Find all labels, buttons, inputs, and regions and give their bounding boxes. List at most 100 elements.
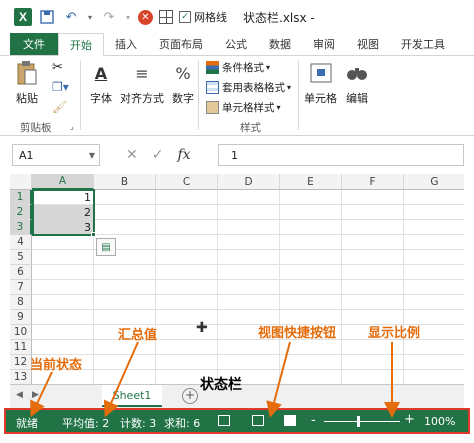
tab-review[interactable]: 审阅 <box>302 33 346 55</box>
stop-icon[interactable]: ✕ <box>138 9 153 25</box>
column-header-g[interactable]: G <box>404 174 464 190</box>
conditional-format-button[interactable]: 条件格式 ▾ <box>206 60 270 75</box>
borders-icon[interactable] <box>159 10 173 24</box>
status-mode: 就绪 <box>16 417 38 430</box>
font-icon: A <box>94 63 108 83</box>
align-icon: ≡ <box>135 63 149 83</box>
fill-handle[interactable] <box>91 232 96 237</box>
dialog-launcher-icon[interactable]: ⌟ <box>70 122 74 131</box>
binoculars-icon <box>344 60 370 86</box>
font-label: 字体 <box>90 92 112 105</box>
sheet-nav-prev-icon[interactable]: ◀ <box>16 390 23 400</box>
copy-icon: ❐▾ <box>52 80 69 94</box>
gridlines-label: 网格线 <box>194 11 227 24</box>
checkbox-icon[interactable]: ✓ <box>179 11 191 23</box>
quick-analysis-icon[interactable]: ▤ <box>96 238 116 256</box>
table-format-label: 套用表格格式 <box>222 82 285 94</box>
gridline-horizontal <box>32 354 464 355</box>
insert-function-icon[interactable]: fx <box>177 147 190 163</box>
select-all-corner[interactable] <box>10 174 32 190</box>
chevron-down-icon[interactable]: ▼ <box>89 151 95 160</box>
excel-logo-icon: X <box>14 8 32 26</box>
confirm-icon[interactable]: ✓ <box>152 147 164 163</box>
row-header-4[interactable]: 4 <box>10 235 32 250</box>
column-header-f[interactable]: F <box>342 174 404 190</box>
add-sheet-icon[interactable]: + <box>182 388 198 404</box>
cell-style-button[interactable]: 单元格样式 ▾ <box>206 100 281 115</box>
paste-button[interactable]: 粘贴 <box>14 60 40 106</box>
tab-insert[interactable]: 插入 <box>104 33 148 55</box>
number-button[interactable]: % 数字 <box>170 60 196 106</box>
row-header-9[interactable]: 9 <box>10 310 32 325</box>
sheet-tab-sheet1[interactable]: Sheet1 <box>102 385 162 407</box>
normal-view-icon[interactable] <box>218 415 230 426</box>
sheet-nav-next-icon[interactable]: ▶ <box>32 390 39 400</box>
undo-icon[interactable]: ↶ <box>62 8 80 26</box>
worksheet-grid[interactable]: ABCDEFG 1 2 3 4 5 6 7 8 9 10 11 12 13 1 2 3 ▤ ✚ <box>10 174 464 384</box>
tab-file[interactable]: 文件 <box>10 33 58 55</box>
cancel-icon[interactable]: ✕ <box>126 147 138 163</box>
tab-developer[interactable]: 开发工具 <box>390 33 456 55</box>
column-header-b[interactable]: B <box>94 174 156 190</box>
column-header-a[interactable]: A <box>32 174 94 190</box>
zoom-slider-thumb[interactable] <box>357 416 360 427</box>
editing-label: 编辑 <box>346 92 368 105</box>
title-bar: X ↶ ▾ ↷ ▾ ✕ ✓ 网格线 状态栏.xlsx - <box>0 0 474 34</box>
row-header-1[interactable]: 1 <box>10 190 32 205</box>
cells-button[interactable]: 单元格 <box>304 60 337 106</box>
font-button[interactable]: A 字体 <box>88 60 114 106</box>
undo-dropdown-icon[interactable]: ▾ <box>86 8 94 26</box>
redo-icon[interactable]: ↷ <box>100 8 118 26</box>
tab-home[interactable]: 开始 <box>58 33 104 56</box>
format-painter-button[interactable]: 🖌 <box>52 100 67 114</box>
annotation-zoom-ratio: 显示比例 <box>368 326 421 341</box>
cells-label: 单元格 <box>304 92 337 105</box>
cells-icon <box>308 60 334 86</box>
table-format-button[interactable]: 套用表格格式 ▾ <box>206 80 291 95</box>
tab-data[interactable]: 数据 <box>258 33 302 55</box>
row-header-6[interactable]: 6 <box>10 265 32 280</box>
column-header-d[interactable]: D <box>218 174 280 190</box>
row-header-7[interactable]: 7 <box>10 280 32 295</box>
row-header-2[interactable]: 2 <box>10 205 32 220</box>
row-header-3[interactable]: 3 <box>10 220 32 235</box>
status-average: 平均值: 2 <box>62 417 110 430</box>
redo-dropdown-icon[interactable]: ▾ <box>124 8 132 26</box>
gridline-horizontal <box>32 279 464 280</box>
copy-button[interactable]: ❐▾ <box>52 80 69 94</box>
zoom-level[interactable]: 100% <box>424 415 455 428</box>
page-layout-view-icon[interactable] <box>252 415 264 426</box>
zoom-slider-track[interactable] <box>324 421 400 422</box>
save-icon[interactable] <box>38 8 56 26</box>
tab-view[interactable]: 视图 <box>346 33 390 55</box>
column-header-c[interactable]: C <box>156 174 218 190</box>
clipboard-group-label: 剪贴板 <box>20 122 52 134</box>
row-header-5[interactable]: 5 <box>10 250 32 265</box>
formula-input[interactable]: 1 <box>218 144 464 166</box>
tab-page-layout[interactable]: 页面布局 <box>148 33 214 55</box>
row-header-12[interactable]: 12 <box>10 355 32 370</box>
formula-bar: A1 ▼ ✕ ✓ fx 1 <box>0 144 474 168</box>
column-header-e[interactable]: E <box>280 174 342 190</box>
row-header-8[interactable]: 8 <box>10 295 32 310</box>
row-header-11[interactable]: 11 <box>10 340 32 355</box>
page-break-view-icon[interactable] <box>284 415 296 426</box>
brush-icon: 🖌 <box>52 100 68 114</box>
conditional-format-icon <box>206 61 219 74</box>
editing-button[interactable]: 编辑 <box>344 60 370 106</box>
cell-style-icon <box>206 101 219 114</box>
selection-border <box>32 189 95 236</box>
scissors-icon: ✂ <box>52 60 63 75</box>
gridlines-toggle[interactable]: ✓ 网格线 <box>179 9 227 25</box>
alignment-button[interactable]: ≡ 对齐方式 <box>120 60 164 106</box>
cut-button[interactable]: ✂ <box>52 60 63 75</box>
row-header-13[interactable]: 13 <box>10 370 32 384</box>
row-header-10[interactable]: 10 <box>10 325 32 340</box>
zoom-out-icon[interactable]: - <box>311 413 316 428</box>
tab-formulas[interactable]: 公式 <box>214 33 258 55</box>
annotation-view-shortcuts: 视图快捷按钮 <box>258 326 337 341</box>
gridline-horizontal <box>32 294 464 295</box>
gridline-horizontal <box>32 219 464 220</box>
zoom-in-icon[interactable]: + <box>404 412 415 427</box>
name-box[interactable]: A1 ▼ <box>12 144 100 166</box>
